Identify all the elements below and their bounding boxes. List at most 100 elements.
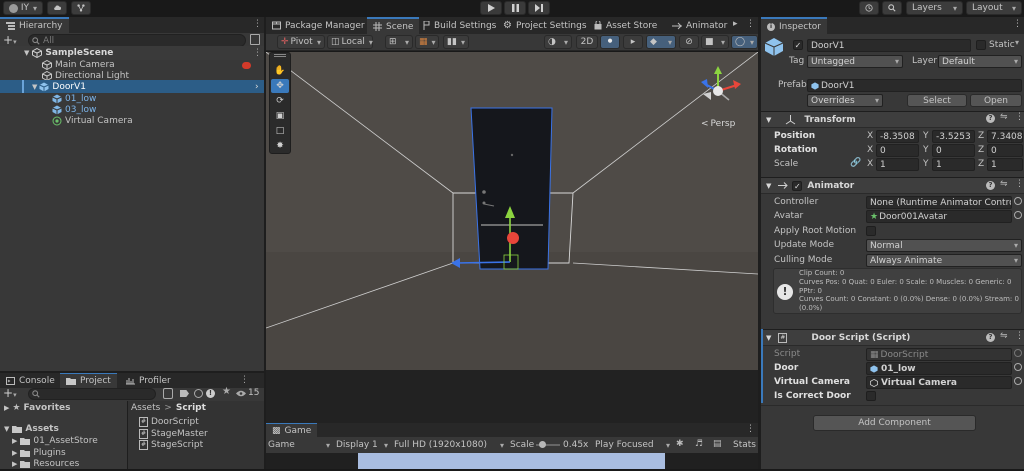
object-picker-icon[interactable]	[1014, 211, 1022, 219]
rotation-y-input[interactable]: 0	[932, 144, 975, 157]
hierarchy-filter-icon[interactable]	[250, 34, 260, 45]
tab-scene[interactable]: Scene	[367, 17, 420, 34]
tab-package-manager[interactable]: Package Manager	[266, 17, 371, 34]
orientation-gizmo[interactable]	[691, 64, 745, 118]
help-icon[interactable]: ?	[986, 114, 995, 123]
controller-field[interactable]: None (Runtime Animator Controller)	[866, 196, 1012, 209]
position-y-input[interactable]: -3.5253	[932, 130, 975, 143]
is-correct-door-checkbox[interactable]	[866, 391, 876, 401]
persp-label-row[interactable]: < Persp	[701, 119, 735, 129]
hand-tool-icon[interactable]: ✋	[271, 64, 289, 78]
file-item-stagescript[interactable]: # StageScript	[139, 438, 203, 452]
rotation-z-input[interactable]: 0	[987, 144, 1023, 157]
virtual-camera-field[interactable]: Virtual Camera	[866, 376, 1012, 389]
preset-icon[interactable]: ⇋	[1000, 112, 1008, 122]
step-button[interactable]	[528, 1, 550, 15]
tab-profiler[interactable]: Profiler	[120, 373, 177, 388]
avatar-field[interactable]: ★ Door001Avatar	[866, 210, 1012, 223]
help-icon[interactable]: ?	[986, 181, 995, 190]
move-tool-icon[interactable]: ✥	[271, 79, 289, 93]
cloud-button[interactable]	[47, 1, 67, 15]
audio-toggle[interactable]: ▸	[623, 35, 643, 49]
rotation-x-input[interactable]: 0	[876, 144, 919, 157]
filter-icon[interactable]	[194, 389, 203, 398]
door-field[interactable]: 01_low	[866, 362, 1012, 375]
project-add-button[interactable]: +▾	[3, 387, 17, 401]
object-name-input[interactable]: DoorV1	[807, 39, 971, 52]
favorite-star-icon[interactable]: ★	[222, 386, 231, 397]
stats-button[interactable]: Stats	[733, 438, 756, 452]
scale-slider-thumb[interactable]	[539, 441, 546, 448]
breadcrumb-script[interactable]: Script	[176, 403, 206, 413]
palette-grip[interactable]	[274, 54, 286, 57]
object-picker-icon[interactable]	[1014, 363, 1022, 371]
transform-tool-icon[interactable]: ✸	[271, 139, 289, 153]
alert-icon[interactable]: !	[206, 389, 215, 398]
project-menu-icon[interactable]: ⋮	[240, 375, 249, 385]
pause-button[interactable]	[504, 1, 526, 15]
animator-header[interactable]: ▼ ✓ Animator	[761, 177, 1024, 194]
rect-tool-icon[interactable]: □	[271, 124, 289, 138]
favorites-row[interactable]: ▶ ★ Favorites	[0, 401, 71, 415]
layers-dropdown[interactable]: Layers	[906, 1, 963, 15]
prefab-open-button[interactable]: Open	[970, 94, 1022, 107]
effects-dropdown[interactable]: ◆	[646, 35, 676, 49]
gizmos-dropdown[interactable]: ◯	[731, 35, 758, 49]
tag-dropdown[interactable]: Untagged	[807, 55, 903, 68]
undo-history-button[interactable]	[859, 1, 879, 15]
add-component-button[interactable]: Add Component	[813, 415, 976, 431]
help-icon[interactable]: ?	[986, 333, 995, 342]
rotate-tool-icon[interactable]: ⟳	[271, 94, 289, 108]
layer-dropdown[interactable]: Default	[938, 55, 1022, 68]
preset-icon[interactable]: ⇋	[1000, 179, 1008, 189]
search-button[interactable]	[882, 1, 902, 15]
scale-tool-icon[interactable]: ▣	[271, 109, 289, 123]
pivot-dropdown[interactable]: ✛ Pivot	[277, 35, 325, 49]
resolution-dropdown[interactable]: Full HD (1920x1080)	[394, 438, 504, 452]
more-tabs-icon[interactable]: ▸	[733, 19, 738, 29]
shading-mode-dropdown[interactable]: ◑	[544, 35, 572, 49]
project-search-input[interactable]	[28, 388, 156, 400]
lighting-toggle[interactable]: ⚫	[600, 35, 620, 49]
tab-project-settings[interactable]: ⚙ Project Settings	[497, 17, 593, 34]
scene-visibility-toggle[interactable]: ⊘	[679, 35, 699, 49]
static-dropdown-icon[interactable]: ▾	[1015, 38, 1019, 47]
tab-animator[interactable]: Animator	[666, 17, 733, 34]
local-dropdown[interactable]: ◫ Local	[327, 35, 373, 49]
camera-dropdown[interactable]: ■	[701, 35, 729, 49]
toggle-2d-button[interactable]: 2D	[576, 35, 598, 49]
tab-inspector[interactable]: i Inspector	[761, 17, 827, 34]
tab-hierarchy[interactable]: Hierarchy	[0, 17, 69, 33]
component-menu-icon[interactable]: ⋮	[1015, 112, 1024, 122]
transform-header[interactable]: ▼ Transform	[761, 111, 1024, 128]
component-menu-icon[interactable]: ⋮	[1015, 331, 1024, 341]
display-dropdown[interactable]: Display 1	[336, 438, 388, 452]
search-by-type-icon[interactable]	[163, 388, 173, 399]
tab-game[interactable]: ▩ Game	[266, 423, 318, 437]
scene-viewport[interactable]: < Persp	[266, 52, 758, 370]
hidden-packages-toggle[interactable]: 15	[236, 388, 259, 398]
position-z-input[interactable]: 7.34080	[987, 130, 1023, 143]
play-button[interactable]	[480, 1, 502, 15]
object-picker-icon[interactable]	[1014, 197, 1022, 205]
chevron-right-icon[interactable]: ›	[255, 82, 259, 92]
inspector-menu-icon[interactable]: ⋮	[1013, 19, 1022, 29]
object-picker-icon[interactable]	[1014, 377, 1022, 385]
preset-icon[interactable]: ⇋	[1000, 331, 1008, 341]
mute-audio-icon[interactable]: ♬	[695, 439, 703, 449]
grid-snap-dropdown[interactable]: ⊞	[385, 35, 413, 49]
constrain-proportions-icon[interactable]: 🔗	[850, 158, 861, 168]
game-menu-icon[interactable]: ⋮	[746, 424, 755, 434]
static-checkbox[interactable]	[976, 40, 986, 50]
layout-dropdown[interactable]: Layout	[966, 1, 1022, 15]
account-dropdown[interactable]: IY	[3, 1, 43, 15]
bug-report-icon[interactable]: ✱	[676, 439, 684, 449]
tab-build-settings[interactable]: Build Settings	[417, 17, 502, 34]
scale-x-input[interactable]: 1	[876, 158, 919, 171]
game-mode-dropdown[interactable]: Game	[268, 438, 330, 452]
scale-y-input[interactable]: 1	[932, 158, 975, 171]
hierarchy-item-virtual-camera[interactable]: Virtual Camera	[0, 114, 264, 128]
tab-project[interactable]: Project	[60, 373, 117, 388]
prefab-field[interactable]: DoorV1	[807, 79, 1022, 92]
position-x-input[interactable]: -8.3508	[876, 130, 919, 143]
